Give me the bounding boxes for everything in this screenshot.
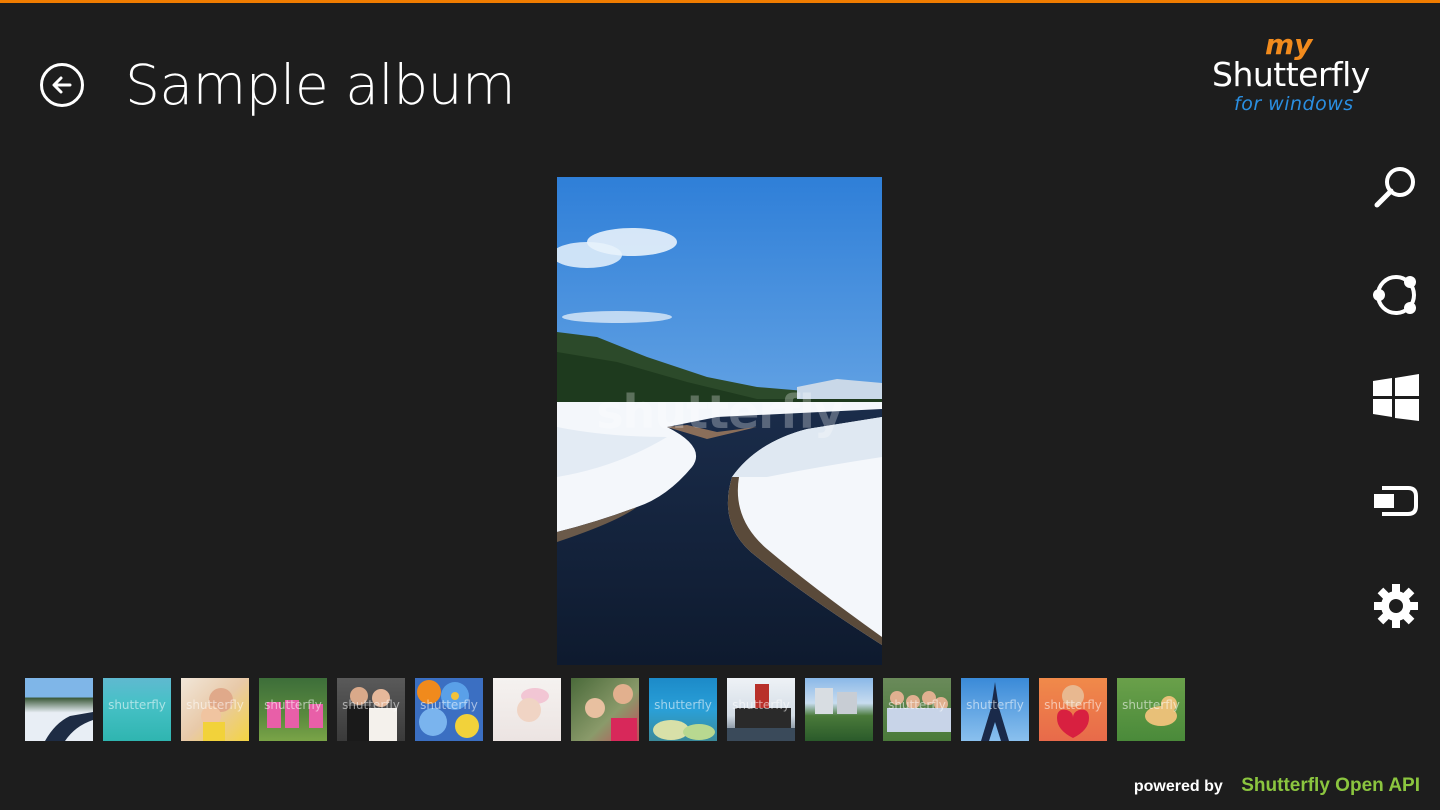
thumbnail[interactable]: shutterfly: [961, 678, 1029, 741]
search-charm[interactable]: [1368, 160, 1424, 216]
top-accent-bar: [0, 0, 1440, 3]
thumbnail[interactable]: shutterfly: [1039, 678, 1107, 741]
api-link[interactable]: Shutterfly Open API: [1241, 775, 1420, 796]
thumbnail-watermark: shutterfly: [342, 698, 400, 712]
thumbnail[interactable]: [25, 678, 93, 741]
thumbnail[interactable]: [571, 678, 639, 741]
thumbnail[interactable]: shutterfly: [727, 678, 795, 741]
share-charm[interactable]: [1368, 267, 1424, 323]
thumbnail[interactable]: shutterfly: [883, 678, 951, 741]
powered-by-label: powered by: [1133, 778, 1223, 795]
thumbnail[interactable]: shutterfly: [181, 678, 249, 741]
devices-icon: [1374, 486, 1418, 516]
thumbnail-watermark: shutterfly: [654, 698, 712, 712]
thumbnail[interactable]: shutterfly: [103, 678, 171, 741]
thumbnail[interactable]: shutterfly: [1117, 678, 1185, 741]
thumbnail-watermark: shutterfly: [966, 698, 1024, 712]
thumbnail[interactable]: shutterfly: [649, 678, 717, 741]
thumbnail-watermark: shutterfly: [1044, 698, 1102, 712]
footer-attribution: powered by Shutterfly Open API: [1134, 775, 1420, 801]
thumbnail[interactable]: shutterfly: [337, 678, 405, 741]
page-title: Sample album: [125, 53, 516, 117]
thumbnail[interactable]: [493, 678, 561, 741]
devices-charm[interactable]: [1368, 473, 1424, 529]
thumbnail-watermark: shutterfly: [108, 698, 166, 712]
start-charm[interactable]: [1368, 370, 1424, 426]
thumbnail[interactable]: [805, 678, 873, 741]
logo-platform-text: for windows: [1234, 93, 1354, 115]
thumbnail-image: [585, 684, 637, 741]
thumbnail-image: [517, 688, 549, 722]
app-logo: my Shutterfly for windows: [1205, 28, 1395, 120]
thumbnail-watermark: shutterfly: [888, 698, 946, 712]
thumbnail-watermark: shutterfly: [420, 698, 478, 712]
thumbnail-watermark: shutterfly: [1122, 698, 1180, 712]
main-photo[interactable]: shutterfly: [557, 177, 882, 665]
photo-watermark: shutterfly: [596, 385, 844, 439]
share-icon: [1373, 275, 1416, 315]
settings-charm[interactable]: [1368, 578, 1424, 634]
search-icon: [1374, 167, 1415, 208]
thumbnail-image: [815, 688, 857, 714]
thumbnail[interactable]: shutterfly: [415, 678, 483, 741]
thumbnail-watermark: shutterfly: [732, 698, 790, 712]
back-arrow-icon: [52, 76, 72, 94]
back-button[interactable]: [40, 63, 84, 107]
thumbnail[interactable]: shutterfly: [259, 678, 327, 741]
thumbnail-image: [45, 712, 93, 741]
thumbnail-watermark: shutterfly: [186, 698, 244, 712]
gear-icon: [1374, 584, 1418, 628]
windows-start-icon: [1373, 374, 1419, 421]
logo-brand-text: Shutterfly: [1212, 55, 1370, 94]
thumbnail-watermark: shutterfly: [264, 698, 322, 712]
